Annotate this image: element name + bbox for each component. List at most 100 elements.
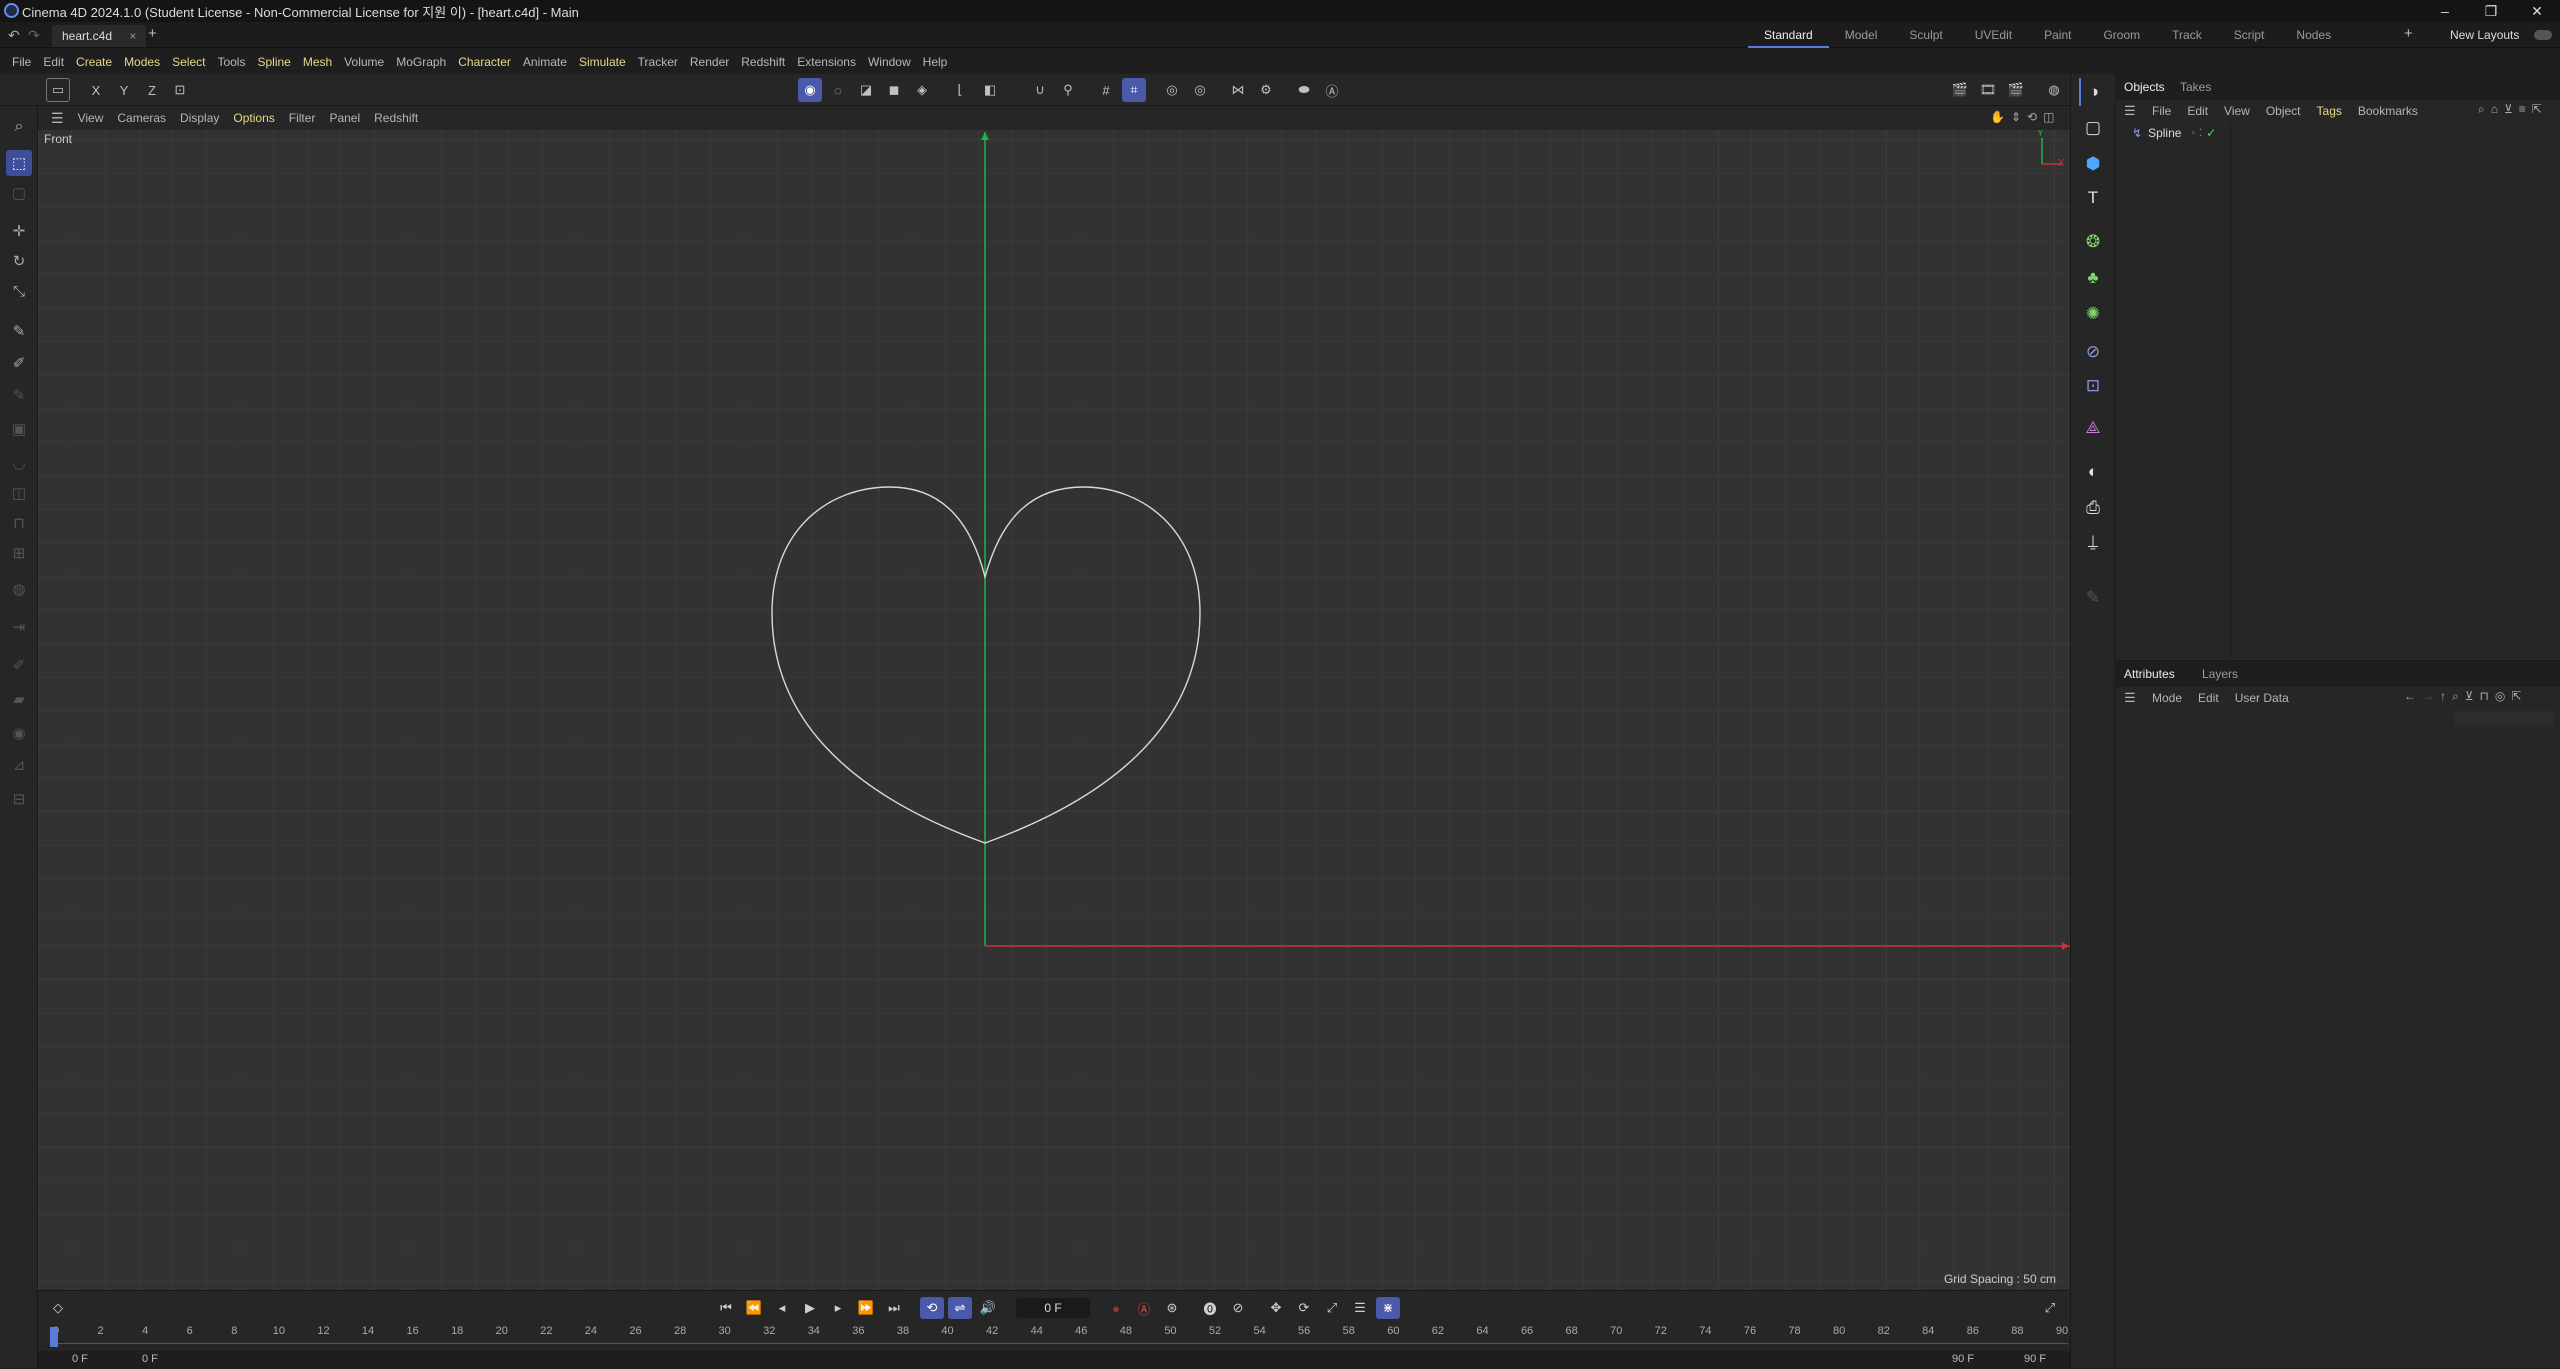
record-icon[interactable]: ● bbox=[1104, 1297, 1128, 1319]
layout-tab-standard[interactable]: Standard bbox=[1748, 22, 1829, 48]
layout-tab-nodes[interactable]: Nodes bbox=[2280, 22, 2347, 48]
scale-tool-icon[interactable]: ⤡ bbox=[6, 278, 32, 304]
undo-icon[interactable]: ↶ bbox=[8, 27, 20, 44]
edges-mode-icon[interactable]: ◪ bbox=[854, 78, 878, 102]
document-tab[interactable]: heart.c4d × bbox=[52, 25, 147, 47]
menu-extensions[interactable]: Extensions bbox=[791, 55, 862, 69]
zoom-icon[interactable]: ⇕ bbox=[2011, 110, 2021, 124]
iron-tool-icon[interactable]: ⊟ bbox=[6, 786, 32, 812]
key-position-icon[interactable]: ⓿ bbox=[1198, 1297, 1222, 1319]
objects-hamburger-icon[interactable]: ☰ bbox=[2124, 103, 2136, 119]
menu-tools[interactable]: Tools bbox=[211, 55, 251, 69]
spline-pen-tool-icon[interactable]: ✎ bbox=[6, 318, 32, 344]
attributes-path-field[interactable] bbox=[2454, 711, 2554, 725]
pin-icon[interactable]: ◎ bbox=[2495, 689, 2505, 704]
go-to-start-icon[interactable]: ⏮ bbox=[714, 1297, 738, 1319]
close-window-button[interactable]: ✕ bbox=[2514, 0, 2560, 22]
go-to-end-icon[interactable]: ⏭ bbox=[882, 1297, 906, 1319]
current-frame-field[interactable]: 0 F bbox=[1016, 1298, 1090, 1318]
sound-icon[interactable]: 🔊 bbox=[976, 1297, 1000, 1319]
maximize-button[interactable]: ❐ bbox=[2468, 0, 2514, 22]
light-icon[interactable]: ⍊ bbox=[2079, 528, 2107, 556]
viewport-menu-filter[interactable]: Filter bbox=[282, 111, 323, 125]
menu-modes[interactable]: Modes bbox=[118, 55, 166, 69]
loop-icon[interactable]: ⟲ bbox=[920, 1297, 944, 1319]
viewport-menu-cameras[interactable]: Cameras bbox=[110, 111, 173, 125]
objects-list-icon[interactable]: ≡ bbox=[2519, 102, 2526, 117]
menu-select[interactable]: Select bbox=[166, 55, 211, 69]
objects-home-icon[interactable]: ⌂ bbox=[2491, 102, 2498, 117]
layout-tab-track[interactable]: Track bbox=[2156, 22, 2218, 48]
cube-primitive-icon[interactable]: ⬢ bbox=[2079, 150, 2107, 178]
sketch-tool-icon[interactable]: ✐ bbox=[6, 350, 32, 376]
viewport-menu-view[interactable]: View bbox=[71, 111, 111, 125]
objects-search-icon[interactable]: ⌕ bbox=[2478, 102, 2485, 117]
enabled-check-icon[interactable]: ✓ bbox=[2206, 126, 2216, 140]
key-scale-icon[interactable]: ⤢ bbox=[1320, 1297, 1344, 1319]
menu-render[interactable]: Render bbox=[684, 55, 735, 69]
auto-icon[interactable]: Ⓐ bbox=[1320, 78, 1344, 102]
environment-icon[interactable]: ◐ bbox=[2079, 458, 2107, 486]
attributes-search-icon[interactable]: ⌕ bbox=[2452, 689, 2459, 704]
timeline-ruler[interactable]: 0246810121416182022242628303234363840424… bbox=[50, 1325, 2068, 1345]
viewport-hamburger-icon[interactable]: ☰ bbox=[44, 110, 71, 127]
keyframe-diamond-icon[interactable]: ◇ bbox=[46, 1297, 70, 1319]
visibility-dots-icon[interactable]: ⁚ bbox=[2199, 128, 2202, 139]
deformer-icon[interactable]: ✺ bbox=[2079, 300, 2107, 328]
menu-file[interactable]: File bbox=[6, 55, 37, 69]
menu-mesh[interactable]: Mesh bbox=[297, 55, 338, 69]
polygons-mode-icon[interactable]: ◼ bbox=[882, 78, 906, 102]
attributes-menu-user-data[interactable]: User Data bbox=[2227, 691, 2297, 705]
menu-mograph[interactable]: MoGraph bbox=[390, 55, 452, 69]
search-icon[interactable]: ⌕ bbox=[6, 114, 32, 140]
pan-hand-icon[interactable]: ✋ bbox=[1990, 110, 2005, 124]
range-end[interactable]: 90 F bbox=[1952, 1353, 1974, 1365]
text-spline-icon[interactable]: T bbox=[2079, 184, 2107, 212]
locked-workplane-icon[interactable]: ◎ bbox=[1188, 78, 1212, 102]
selection-tool-icon[interactable]: ⬚ bbox=[6, 150, 32, 176]
viewport-solo-icon[interactable]: ⬬ bbox=[1292, 78, 1316, 102]
y-axis-lock[interactable]: Y bbox=[112, 78, 136, 102]
object-row-spline[interactable]: ↯ Spline ▫ ⁚ ✓ bbox=[2132, 124, 2216, 142]
next-frame-icon[interactable]: ▸ bbox=[826, 1297, 850, 1319]
minimize-button[interactable]: – bbox=[2422, 0, 2468, 22]
objects-menu-object[interactable]: Object bbox=[2258, 104, 2309, 118]
tab-attributes[interactable]: Attributes bbox=[2124, 667, 2175, 681]
menu-edit[interactable]: Edit bbox=[37, 55, 70, 69]
uv-mode-icon[interactable]: ◈ bbox=[910, 78, 934, 102]
volume-icon[interactable]: ⟁ bbox=[2079, 414, 2107, 442]
snap-icon[interactable]: ⌗ bbox=[1122, 78, 1146, 102]
texture-mode-icon[interactable]: ◧ bbox=[978, 78, 1002, 102]
key-rotate-icon[interactable]: ⟳ bbox=[1292, 1297, 1316, 1319]
objects-filter-icon[interactable]: ⊻ bbox=[2504, 102, 2513, 117]
range-min-start[interactable]: 0 F bbox=[72, 1353, 88, 1365]
mirror-tool-icon[interactable]: ⊿ bbox=[6, 752, 32, 778]
layout-tab-paint[interactable]: Paint bbox=[2028, 22, 2087, 48]
redo-icon[interactable]: ↷ bbox=[28, 27, 40, 44]
undo-history-icon[interactable]: ▭ bbox=[46, 78, 70, 102]
menu-window[interactable]: Window bbox=[862, 55, 917, 69]
attributes-menu-mode[interactable]: Mode bbox=[2144, 691, 2190, 705]
objects-new-window-icon[interactable]: ⇱ bbox=[2532, 102, 2542, 117]
settings-gear-icon[interactable]: ⚙ bbox=[1254, 78, 1278, 102]
axis-mode-icon[interactable]: ⌊ bbox=[948, 78, 972, 102]
generator-icon[interactable]: ❂ bbox=[2079, 228, 2107, 256]
back-arrow-icon[interactable]: ← bbox=[2404, 689, 2416, 704]
bridge-tool-icon[interactable]: ⊓ bbox=[6, 510, 32, 536]
objects-menu-view[interactable]: View bbox=[2216, 104, 2258, 118]
objects-manager-icon[interactable]: ◑ bbox=[2079, 78, 2107, 106]
render-view-icon[interactable]: 🎬 bbox=[1948, 78, 1972, 102]
tab-layers[interactable]: Layers bbox=[2202, 667, 2238, 681]
attributes-menu-edit[interactable]: Edit bbox=[2190, 691, 2227, 705]
layout-tab-sculpt[interactable]: Sculpt bbox=[1893, 22, 1958, 48]
null-object-icon[interactable]: ▢ bbox=[2079, 114, 2107, 142]
key-rotation-icon[interactable]: ⊘ bbox=[1226, 1297, 1250, 1319]
menu-simulate[interactable]: Simulate bbox=[573, 55, 632, 69]
new-tab-button[interactable]: + bbox=[148, 25, 157, 42]
viewport-menu-redshift[interactable]: Redshift bbox=[367, 111, 425, 125]
smooth-tool-icon[interactable]: ▰ bbox=[6, 686, 32, 712]
points-mode-icon[interactable]: ◌ bbox=[826, 78, 850, 102]
attributes-filter-icon[interactable]: ⊻ bbox=[2465, 689, 2474, 704]
menu-spline[interactable]: Spline bbox=[251, 55, 296, 69]
front-viewport[interactable]: Front Y X Grid Spacing : 50 cm bbox=[38, 130, 2070, 1290]
